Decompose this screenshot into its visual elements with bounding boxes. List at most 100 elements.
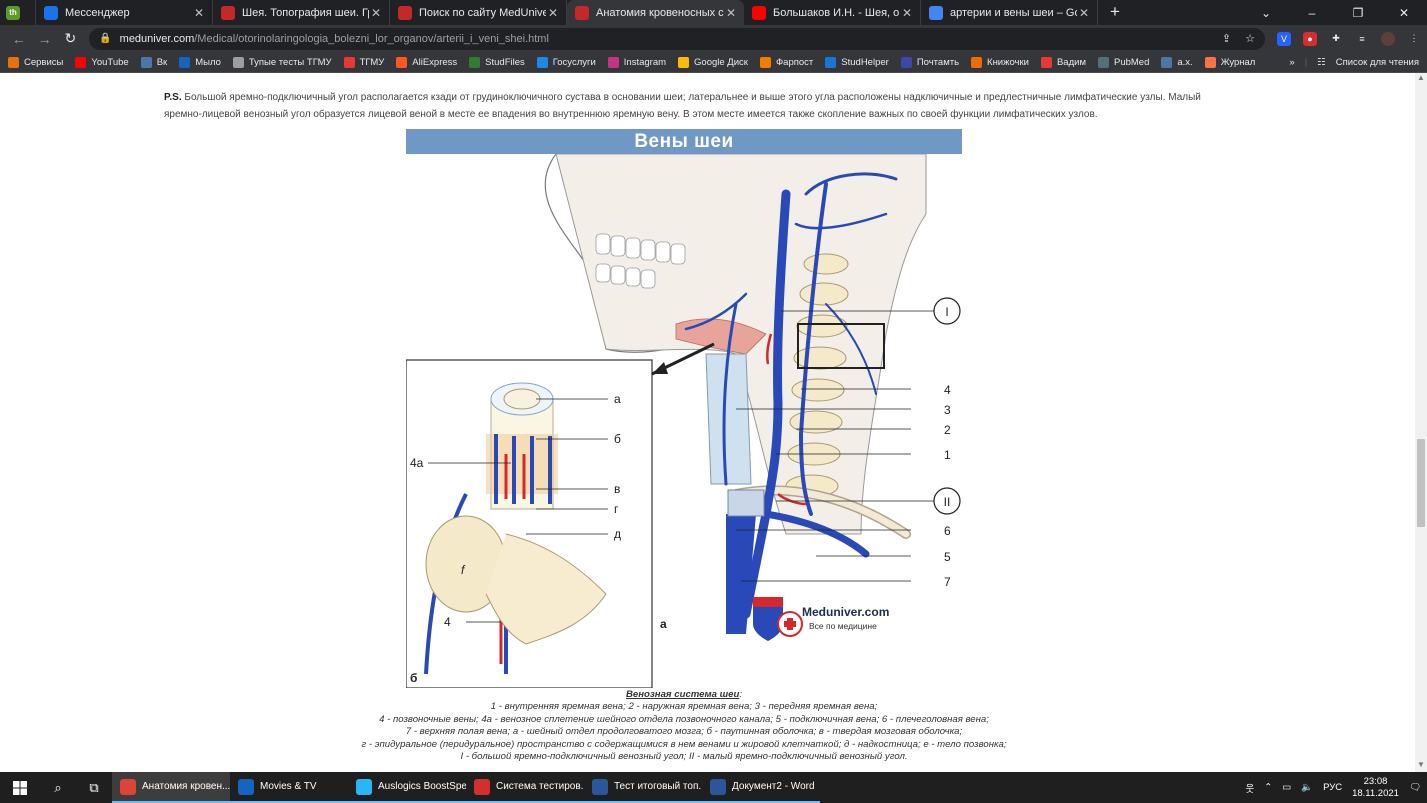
bookmark-item[interactable]: Instagram (607, 56, 667, 68)
bookmark-item[interactable]: Госуслуги (536, 56, 596, 68)
minimize-button[interactable]: – (1289, 0, 1335, 25)
scroll-down-arrow-icon[interactable]: ▼ (1415, 760, 1427, 772)
bookmark-label: Тупые тесты ТГМУ (248, 56, 332, 68)
menu-kebab-icon[interactable]: ⋮ (1407, 32, 1421, 46)
bookmark-label: AliExpress (412, 56, 458, 68)
tab-search-icon[interactable]: ⌄ (1243, 0, 1289, 25)
address-bar[interactable]: 🔒 meduniver.com /Medical/otorinolaringol… (89, 27, 1266, 50)
bookmark-item[interactable]: StudFiles (469, 56, 525, 68)
task-view-icon[interactable]: ⧉ (76, 772, 112, 803)
restore-button[interactable]: ❐ (1335, 0, 1381, 25)
tab-title: Шея. Топография шеи. Границ (242, 6, 369, 19)
bookmark-favicon-icon (8, 56, 19, 68)
volume-icon[interactable]: 🔈 (1301, 782, 1313, 793)
bookmark-item[interactable]: Журнал (1204, 56, 1255, 68)
bookmarks-overflow-icon[interactable]: » (1289, 57, 1294, 68)
scrollbar-thumb[interactable] (1417, 439, 1425, 527)
caption-line: г - эпидуральное (перидуральное) простра… (361, 738, 1007, 750)
youtube-icon (752, 5, 766, 20)
share-icon[interactable]: ⇪ (1222, 32, 1231, 45)
close-tab-icon[interactable]: ✕ (369, 6, 383, 20)
bookmark-favicon-icon (759, 56, 771, 68)
search-icon[interactable]: ⌕ (40, 772, 76, 803)
bookmark-item[interactable]: YouTube (75, 56, 129, 68)
label-5: 5 (944, 550, 951, 564)
notifications-icon[interactable]: 🗨 (1409, 782, 1421, 793)
adblock-extension-icon[interactable]: ● (1303, 31, 1318, 46)
bookmark-favicon-icon (75, 56, 87, 68)
vk-extension-icon[interactable]: V (1277, 31, 1292, 46)
close-tab-icon[interactable]: ✕ (900, 6, 914, 20)
lock-icon[interactable]: 🔒 (99, 33, 111, 44)
clock[interactable]: 23:08 18.11.2021 (1352, 776, 1399, 800)
tab-strip: th Мессенджер✕Шея. Топография шеи. Грани… (0, 0, 1427, 25)
reading-mode-icon[interactable]: ≡ (1355, 32, 1369, 46)
taskbar-app[interactable]: Анатомия кровен... (112, 772, 230, 803)
reading-list-icon[interactable]: ☷ (1317, 57, 1326, 68)
bookmark-item[interactable]: Google Диск (678, 56, 748, 68)
browser-tab[interactable]: Мессенджер ✕ (36, 0, 213, 25)
bookmark-item[interactable]: Сервисы (8, 56, 63, 68)
close-tab-icon[interactable]: ✕ (724, 6, 738, 20)
bookmark-item[interactable]: Тупые тесты ТГМУ (232, 56, 332, 68)
bookmark-favicon-icon (232, 56, 244, 68)
tab-title: Мессенджер (65, 6, 130, 19)
meduniver-icon (575, 5, 589, 20)
browser-tab[interactable]: Большаков И.Н. - Шея, операти✕ (744, 0, 921, 25)
reading-list-button[interactable]: Список для чтения (1336, 57, 1419, 68)
bookmark-item[interactable]: AliExpress (396, 56, 458, 68)
people-icon[interactable]: 웃 (1246, 781, 1255, 795)
bookmarks-bar: Сервисы YouTube Вк Мыло Тупые тесты ТГМУ ТГМУ… (0, 52, 1427, 73)
tray-overflow-icon[interactable]: ⌃ (1264, 782, 1272, 793)
scroll-up-arrow-icon[interactable]: ▲ (1415, 73, 1427, 85)
bookmark-item[interactable]: PubMed (1097, 56, 1149, 68)
reload-button[interactable]: ↻ (57, 28, 83, 50)
extensions-bar: V ● ✚ ≡ ⋮ (1277, 31, 1421, 46)
tab-pinned[interactable]: th (0, 0, 36, 25)
bookmark-item[interactable]: Вадим (1040, 56, 1086, 68)
label-roman-1: I (945, 305, 948, 319)
label-7: 7 (944, 575, 951, 589)
bookmark-item[interactable]: Почтамть (900, 56, 959, 68)
profile-avatar[interactable] (1381, 31, 1396, 46)
bookmark-label: Instagram (623, 56, 667, 68)
taskbar-app[interactable]: Auslogics BoostSpe... (348, 772, 466, 803)
new-tab-button[interactable]: + (1104, 1, 1126, 23)
language-indicator[interactable]: РУС (1323, 782, 1342, 793)
label-v: в (614, 482, 620, 496)
bookmark-label: StudHelper (841, 56, 889, 68)
caption-line: 7 - верхняя полая вена; а - шейный отдел… (405, 726, 963, 738)
bookmark-item[interactable]: Книжочки (971, 56, 1029, 68)
taskbar-app[interactable]: Movies & TV (230, 772, 348, 803)
close-tab-icon[interactable]: ✕ (546, 6, 560, 20)
forward-button[interactable]: → (32, 28, 58, 50)
browser-tab[interactable]: Шея. Топография шеи. Границ✕ (213, 0, 390, 25)
start-button[interactable] (0, 772, 40, 803)
bookmark-item[interactable]: ТГМУ (343, 56, 384, 68)
label-1: 1 (944, 448, 951, 462)
bookmark-star-icon[interactable]: ☆ (1245, 32, 1255, 45)
label-2: 2 (944, 423, 951, 437)
browser-tab[interactable]: Поиск по сайту MedUniver.com✕ (390, 0, 567, 25)
bookmark-item[interactable]: а.х. (1161, 56, 1193, 68)
meduniver-icon (398, 5, 412, 20)
taskbar-app[interactable]: Система тестиров... (466, 772, 584, 803)
bookmark-item[interactable]: StudHelper (825, 56, 889, 68)
browser-tab[interactable]: артерии и вены шеи – Google П✕ (921, 0, 1098, 25)
app-icon (474, 778, 490, 795)
close-tab-icon[interactable]: ✕ (1077, 6, 1091, 20)
close-window-button[interactable]: ✕ (1381, 0, 1427, 25)
network-icon[interactable]: ▭ (1282, 782, 1291, 793)
back-button[interactable]: ← (6, 28, 32, 50)
th-icon: th (6, 5, 20, 20)
bookmark-item[interactable]: Вк (140, 56, 167, 68)
page-scrollbar[interactable]: ▲ ▼ (1415, 73, 1427, 772)
taskbar-app[interactable]: Документ2 - Word (702, 772, 820, 803)
app-icon (356, 778, 372, 795)
taskbar-app[interactable]: Тест итоговый топ... (584, 772, 702, 803)
browser-tab[interactable]: Анатомия кровеносных сосудо✕ (567, 0, 744, 25)
bookmark-item[interactable]: Фарпост (759, 56, 813, 68)
bookmark-item[interactable]: Мыло (179, 56, 221, 68)
close-tab-icon[interactable]: ✕ (192, 6, 206, 20)
puzzle-extensions-icon[interactable]: ✚ (1329, 32, 1343, 46)
